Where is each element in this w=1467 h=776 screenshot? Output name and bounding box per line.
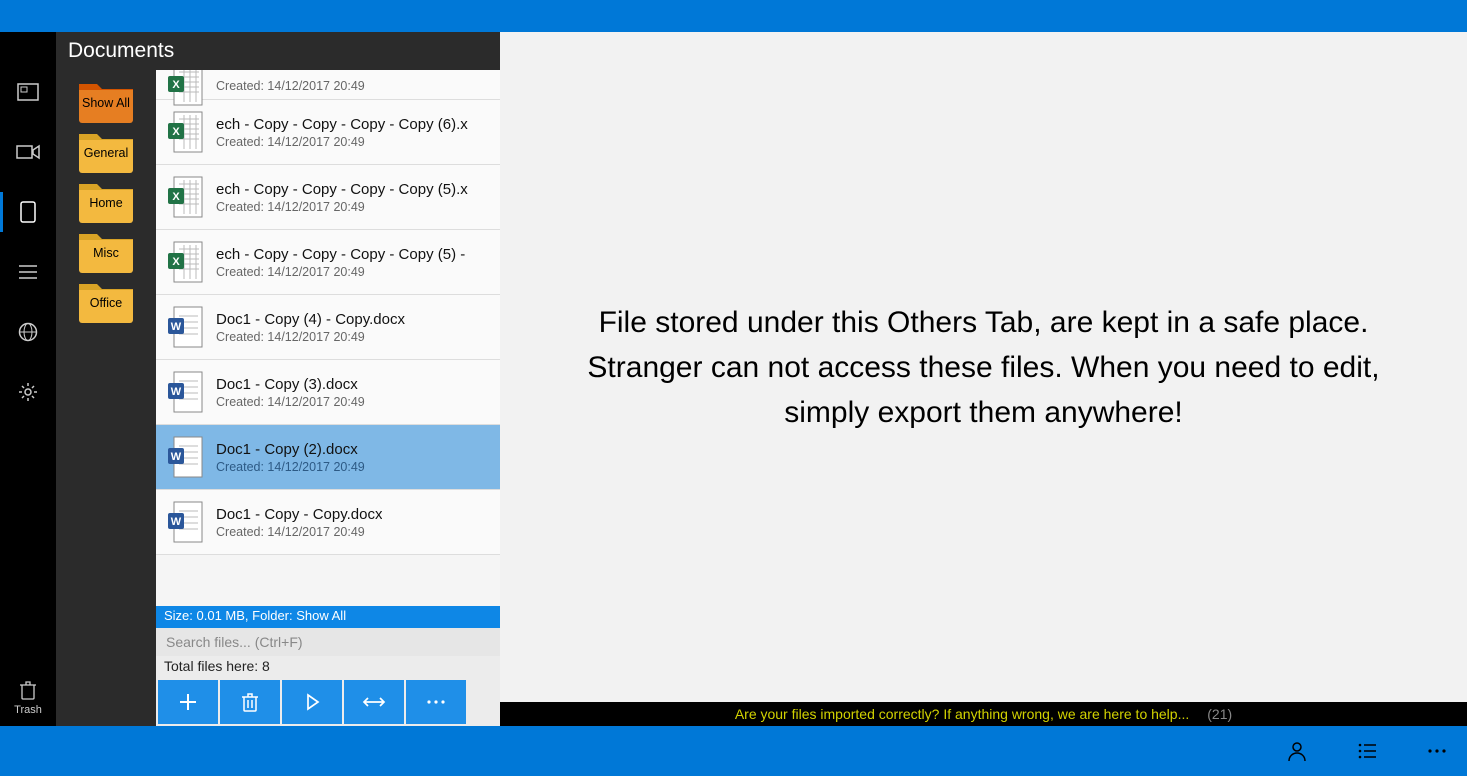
- file-row[interactable]: Xech - Copy - Copy - Copy - Copy (5).x Cr…: [156, 165, 500, 230]
- bottom-more-icon[interactable]: [1417, 731, 1457, 771]
- folder-label: Home: [89, 196, 122, 210]
- total-count: Total files here: 8: [156, 656, 500, 680]
- file-name: ech - Copy - Copy - Copy - Copy (5).x: [216, 181, 468, 198]
- folder-label: Show All: [82, 96, 130, 110]
- rail-trash[interactable]: Trash: [0, 680, 56, 726]
- file-name: Doc1 - Copy (2).docx: [216, 441, 365, 458]
- add-button[interactable]: [158, 680, 218, 724]
- help-text: Are your files imported correctly? If an…: [735, 706, 1189, 722]
- file-row[interactable]: W Doc1 - Copy - Copy.docx Created: 14/12/2…: [156, 490, 500, 555]
- more-button[interactable]: [406, 680, 466, 724]
- file-created: Created: 14/12/2017 20:49: [216, 460, 365, 474]
- file-name: Doc1 - Copy - Copy.docx: [216, 506, 382, 523]
- file-row[interactable]: W Doc1 - Copy (3).docx Created: 14/12/2017…: [156, 360, 500, 425]
- action-toolbar: [156, 680, 500, 726]
- move-button[interactable]: [344, 680, 404, 724]
- delete-button[interactable]: [220, 680, 280, 724]
- folder-general[interactable]: General: [72, 128, 140, 172]
- play-button[interactable]: [282, 680, 342, 724]
- svg-text:W: W: [171, 386, 182, 398]
- status-size: Size: 0.01 MB, Folder: Show All: [156, 606, 500, 628]
- folder-office[interactable]: Office: [72, 278, 140, 322]
- file-created: Created: 14/12/2017 20:49: [216, 265, 465, 279]
- svg-text:X: X: [172, 126, 180, 138]
- svg-text:W: W: [171, 516, 182, 528]
- window-titlebar: [0, 0, 1467, 32]
- svg-text:X: X: [172, 256, 180, 268]
- folder-label: General: [84, 146, 128, 160]
- file-name: Doc1 - Copy (3).docx: [216, 376, 365, 393]
- folder-column: Show All General Home Misc Office: [56, 70, 156, 726]
- file-row[interactable]: Xech - Copy - Copy - Copy - Copy (6).x Cr…: [156, 100, 500, 165]
- file-created: Created: 14/12/2017 20:49: [216, 135, 468, 149]
- sidebar: Documents Show AllGeneralHomeMiscOffice …: [56, 32, 500, 726]
- nav-rail: Trash: [0, 32, 56, 726]
- svg-text:X: X: [172, 79, 180, 91]
- svg-text:W: W: [171, 451, 182, 463]
- file-name: Doc1 - Copy (4) - Copy.docx: [216, 311, 405, 328]
- file-row[interactable]: W Doc1 - Copy (2).docx Created: 14/12/2017…: [156, 425, 500, 490]
- account-icon[interactable]: [1277, 731, 1317, 771]
- file-row[interactable]: Xech - Copy - Copy - Copy - Copy (5) - Cr…: [156, 230, 500, 295]
- info-message: File stored under this Others Tab, are k…: [560, 300, 1407, 435]
- file-row[interactable]: W Doc1 - Copy (4) - Copy.docx Created: 14/…: [156, 295, 500, 360]
- rail-videos-icon[interactable]: [0, 122, 56, 182]
- file-name: ech - Copy - Copy - Copy - Copy (6).x: [216, 116, 468, 133]
- rail-settings-icon[interactable]: [0, 362, 56, 422]
- folder-show-all[interactable]: Show All: [72, 78, 140, 122]
- bottom-list-icon[interactable]: [1347, 731, 1387, 771]
- folder-home[interactable]: Home: [72, 178, 140, 222]
- file-created: Created: 14/12/2017 20:49: [216, 525, 382, 539]
- trash-icon: [19, 680, 37, 700]
- file-created: Created: 14/12/2017 20:49: [216, 395, 365, 409]
- help-count: (21): [1207, 706, 1232, 722]
- folder-misc[interactable]: Misc: [72, 228, 140, 272]
- bottom-command-bar: [0, 726, 1467, 776]
- trash-label: Trash: [14, 704, 42, 716]
- file-created: Created: 14/12/2017 20:49: [216, 330, 405, 344]
- rail-pictures-icon[interactable]: [0, 62, 56, 122]
- file-row[interactable]: X Created: 14/12/2017 20:49: [156, 70, 500, 100]
- rail-list-icon[interactable]: [0, 242, 56, 302]
- folder-label: Office: [90, 296, 122, 310]
- file-list[interactable]: XCreated: 14/12/2017 20:49Xech - Copy - …: [156, 70, 500, 606]
- svg-text:X: X: [172, 191, 180, 203]
- svg-text:W: W: [171, 321, 182, 333]
- rail-web-icon[interactable]: [0, 302, 56, 362]
- main-panel: File stored under this Others Tab, are k…: [500, 32, 1467, 726]
- search-input[interactable]: [156, 628, 500, 656]
- folder-label: Misc: [93, 246, 119, 260]
- page-title: Documents: [56, 32, 500, 70]
- file-created: Created: 14/12/2017 20:49: [216, 79, 365, 93]
- help-strip[interactable]: Are your files imported correctly? If an…: [500, 702, 1467, 726]
- file-column: XCreated: 14/12/2017 20:49Xech - Copy - …: [156, 70, 500, 726]
- rail-documents-icon[interactable]: [0, 182, 56, 242]
- file-name: ech - Copy - Copy - Copy - Copy (5) -: [216, 246, 465, 263]
- file-created: Created: 14/12/2017 20:49: [216, 200, 468, 214]
